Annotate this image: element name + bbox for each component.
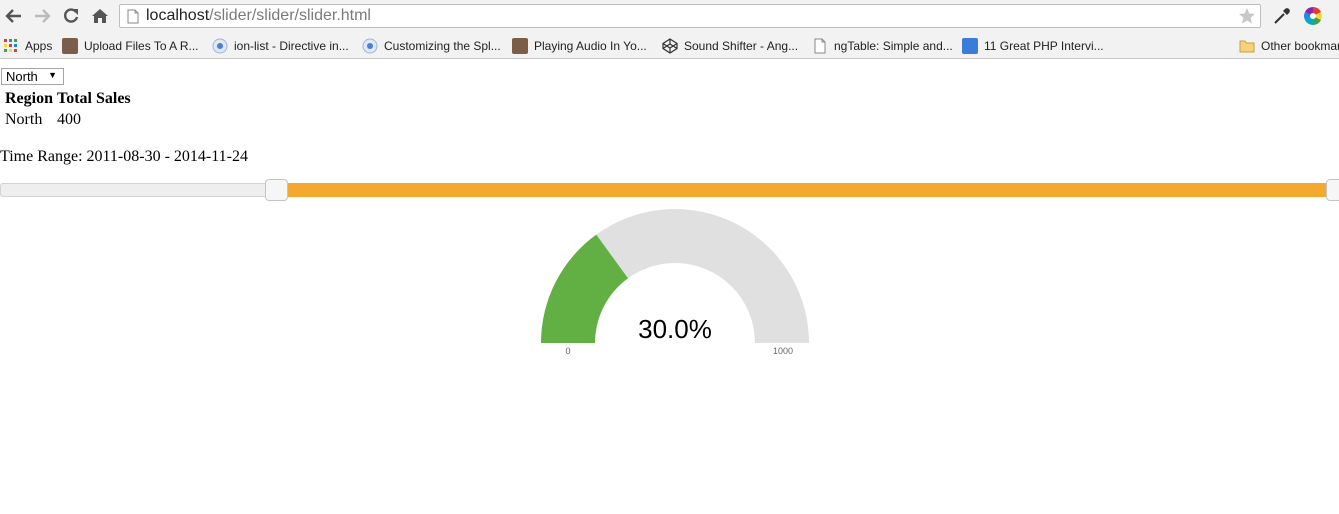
bookmark-item[interactable]: Customizing the Spl... — [362, 33, 501, 58]
eyedropper-icon[interactable] — [1272, 6, 1292, 26]
bookmark-item[interactable]: Sound Shifter - Ang... — [662, 33, 798, 58]
address-bar[interactable]: localhost/slider/slider/slider.html — [119, 4, 1261, 28]
url-text: localhost/slider/slider/slider.html — [146, 7, 371, 25]
bookmark-label: Playing Audio In Yo... — [534, 38, 647, 53]
url-host: localhost — [146, 7, 210, 24]
time-range-label: Time Range: 2011-08-30 - 2014-11-24 — [0, 148, 248, 165]
bookmark-item[interactable]: 11 Great PHP Intervi... — [962, 33, 1104, 58]
star-icon[interactable] — [1238, 7, 1256, 25]
arrow-right-icon — [35, 9, 51, 23]
forward-button[interactable] — [32, 6, 52, 26]
bookmark-apps[interactable]: Apps — [3, 33, 52, 58]
site-favicon-blue — [962, 37, 978, 54]
site-favicon — [62, 37, 78, 54]
apps-grid-icon — [3, 38, 19, 54]
bookmark-label: ngTable: Simple and... — [834, 38, 953, 53]
page-icon — [812, 38, 828, 54]
page-icon — [127, 9, 139, 24]
url-path: /slider/slider/slider.html — [209, 7, 371, 24]
codepen-icon — [662, 37, 678, 54]
bookmark-label: Sound Shifter - Ang... — [684, 38, 799, 53]
bookmark-label: ion-list - Directive in... — [234, 38, 349, 53]
folder-icon — [1239, 38, 1255, 54]
range-slider-handle-low[interactable] — [265, 179, 288, 201]
bookmarks-bar: Apps Upload Files To A R... ion-list - D… — [0, 33, 1339, 59]
sales-table: Region Total Sales North 400 — [2, 88, 134, 132]
bookmark-item[interactable]: ion-list - Directive in... — [212, 33, 349, 58]
range-slider-handle-high[interactable] — [1326, 179, 1339, 201]
gauge-value: 30.0% — [638, 314, 712, 344]
bookmark-item[interactable]: Upload Files To A R... — [62, 33, 199, 58]
home-icon — [92, 9, 108, 23]
cell-total-sales: 400 — [57, 111, 81, 128]
table-row: North 400 — [4, 110, 132, 130]
bookmark-label: 11 Great PHP Intervi... — [984, 38, 1104, 53]
column-header-total-sales: Total Sales — [57, 90, 131, 107]
bookmark-label: Upload Files To A R... — [84, 38, 199, 53]
other-bookmarks[interactable]: Other bookmarks — [1239, 33, 1339, 58]
column-header-region: Region — [5, 90, 53, 107]
bookmark-label: Apps — [25, 38, 53, 53]
bookmark-item[interactable]: ngTable: Simple and... — [812, 33, 953, 58]
table-header-row: Region Total Sales — [4, 90, 132, 108]
reload-icon — [64, 8, 79, 23]
site-favicon — [512, 37, 528, 54]
other-bookmarks-label: Other bookmarks — [1261, 38, 1339, 53]
bookmark-item[interactable]: Playing Audio In Yo... — [512, 33, 647, 58]
back-button[interactable] — [4, 6, 24, 26]
chrome-page-icon — [212, 38, 228, 54]
bookmark-label: Customizing the Spl... — [384, 38, 501, 53]
gauge-max-label: 1000 — [772, 346, 794, 356]
home-button[interactable] — [90, 6, 110, 26]
range-slider-fill — [287, 183, 1339, 197]
gauge-min-label: 0 — [565, 346, 571, 356]
cell-region: North — [5, 111, 43, 128]
chrome-page-icon — [362, 38, 378, 54]
color-wheel-icon[interactable] — [1303, 6, 1323, 26]
region-select[interactable]: North ▼ — [1, 68, 64, 85]
reload-button[interactable] — [61, 6, 81, 26]
browser-toolbar: localhost/slider/slider/slider.html — [0, 0, 1339, 33]
arrow-left-icon — [5, 9, 21, 23]
region-select-value: North — [6, 69, 38, 84]
chevron-down-icon: ▼ — [48, 70, 57, 80]
